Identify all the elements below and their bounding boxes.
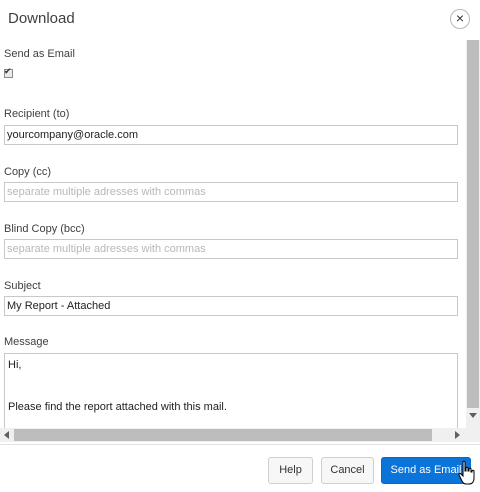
scroll-down-arrow-icon[interactable] (469, 413, 477, 418)
send-as-email-checkbox[interactable]: ✔ (4, 66, 13, 78)
close-icon: × (455, 10, 465, 26)
checkmark-icon: ✔ (4, 66, 12, 76)
horizontal-scrollbar[interactable] (0, 428, 466, 442)
subject-label: Subject (4, 280, 41, 292)
subject-input[interactable] (4, 296, 458, 316)
dialog-title-bar: Download × (0, 0, 480, 40)
help-button[interactable]: Help (268, 457, 313, 484)
horizontal-scroll-thumb[interactable] (14, 429, 432, 441)
download-dialog: Download × Send as Email ✔ Recipient (to… (0, 0, 480, 492)
vertical-scroll-thumb[interactable] (467, 40, 479, 408)
scroll-left-arrow-icon[interactable] (4, 431, 9, 439)
recipient-input[interactable] (4, 125, 458, 145)
scroll-right-arrow-icon[interactable] (455, 431, 460, 439)
send-as-email-label: Send as Email (4, 48, 75, 60)
hand-pointer-icon (458, 460, 475, 485)
recipient-label: Recipient (to) (4, 108, 70, 120)
cancel-button[interactable]: Cancel (321, 457, 374, 484)
vertical-scrollbar[interactable] (466, 40, 480, 428)
dialog-title: Download (8, 10, 75, 27)
message-label: Message (4, 336, 49, 348)
bcc-label: Blind Copy (bcc) (4, 223, 85, 235)
bcc-input[interactable] (4, 239, 458, 259)
close-button[interactable]: × (450, 9, 470, 29)
cc-input[interactable] (4, 182, 458, 202)
message-textarea[interactable]: Hi, Please find the report attached with… (4, 353, 458, 428)
dialog-body: Send as Email ✔ Recipient (to) Copy (cc)… (0, 40, 466, 428)
dialog-footer: Help Cancel Send as Email (0, 444, 480, 492)
scrollbar-corner (466, 428, 480, 442)
cc-label: Copy (cc) (4, 166, 52, 178)
